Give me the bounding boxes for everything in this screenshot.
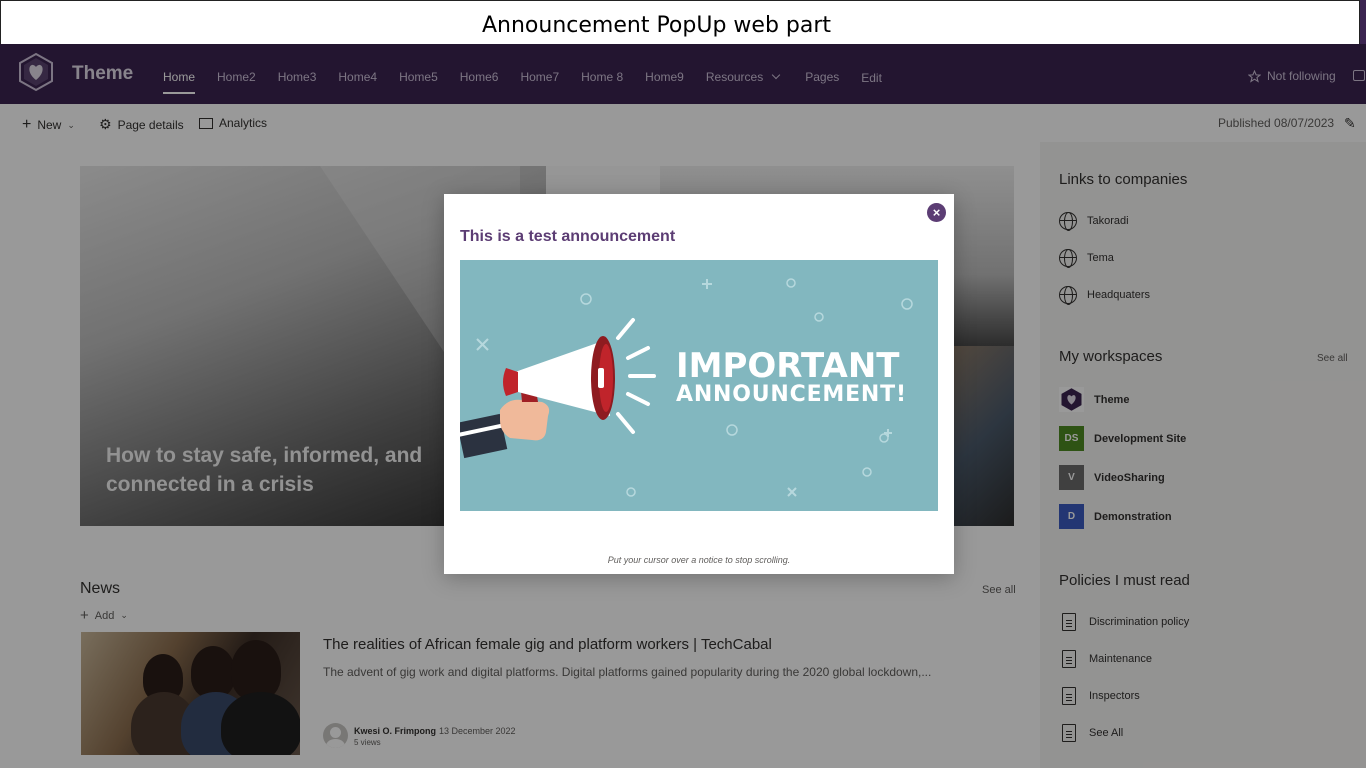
announcement-image-line2: ANNOUNCEMENT! — [676, 382, 906, 407]
announcement-image-line1: IMPORTANT — [676, 346, 900, 386]
announcement-title: This is a test announcement — [460, 228, 676, 245]
megaphone-illustration: IMPORTANT ANNOUNCEMENT! — [460, 278, 913, 497]
announcement-caption: Put your cursor over a notice to stop sc… — [607, 555, 791, 565]
announcement-image: IMPORTANT ANNOUNCEMENT! — [460, 260, 938, 511]
close-button[interactable]: × — [927, 203, 946, 222]
top-banner: Announcement PopUp web part — [0, 0, 1360, 44]
banner-title: Announcement PopUp web part — [482, 13, 832, 38]
announcement-popup: × This is a test announcement IMPORTANT … — [444, 194, 954, 574]
banner-edge — [1360, 0, 1366, 44]
